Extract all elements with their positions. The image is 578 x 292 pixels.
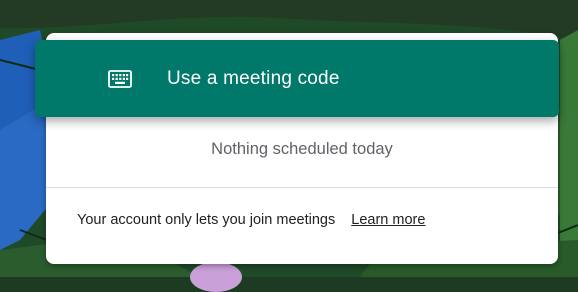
keyboard-icon bbox=[108, 69, 134, 89]
empty-schedule-message: Nothing scheduled today bbox=[211, 140, 393, 158]
use-meeting-code-label: Use a meeting code bbox=[167, 67, 340, 89]
background-decoration bbox=[190, 262, 242, 292]
divider bbox=[46, 187, 558, 188]
use-meeting-code-button[interactable]: Use a meeting code bbox=[35, 40, 559, 117]
account-notice: Your account only lets you join meetings… bbox=[77, 212, 425, 228]
account-notice-text: Your account only lets you join meetings bbox=[77, 212, 336, 228]
learn-more-link[interactable]: Learn more bbox=[351, 212, 425, 228]
